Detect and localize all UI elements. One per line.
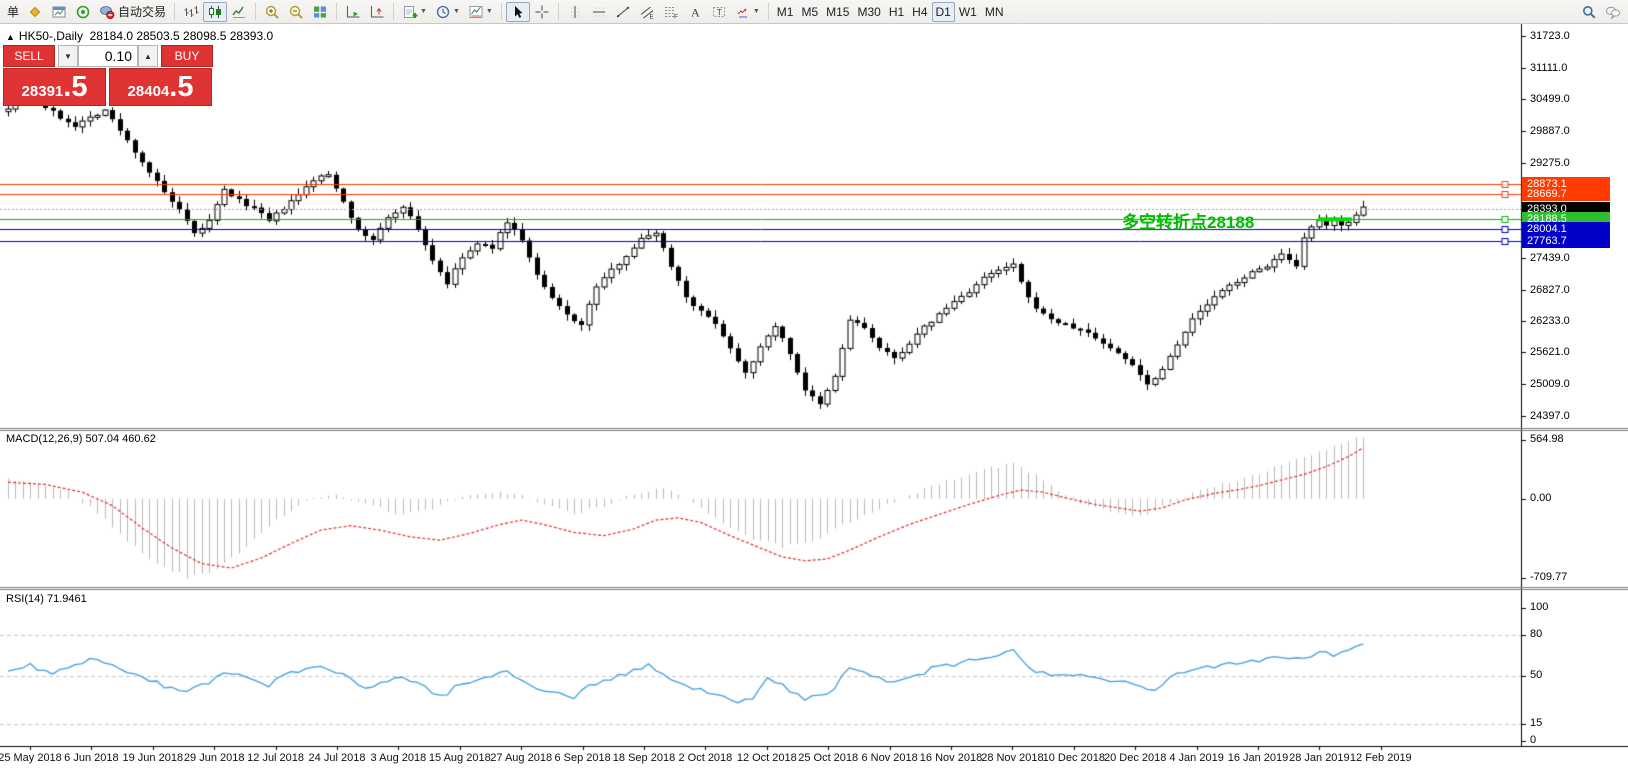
sell-price-main: 28391 <box>21 83 64 100</box>
cursor-button[interactable] <box>505 1 530 22</box>
toolbar-separator <box>174 3 176 20</box>
timeframe-m5[interactable]: M5 <box>797 2 822 22</box>
timeframe-h1[interactable]: H1 <box>885 2 908 22</box>
new-order-icon[interactable] <box>23 2 47 22</box>
volume-input[interactable] <box>78 45 138 67</box>
buy-button[interactable]: BUY <box>161 45 213 67</box>
macd-indicator-label: MACD(12,26,9) 507.04 460.62 <box>6 433 156 445</box>
line-chart-button[interactable] <box>227 2 251 22</box>
auto-scroll-button[interactable] <box>341 2 365 22</box>
chart-plot-area[interactable] <box>0 0 1628 774</box>
one-click-trading-panel: SELL ▼ ▲ BUY 28391 .5 28404 .5 <box>3 45 213 106</box>
tile-windows-button[interactable] <box>308 2 332 22</box>
chart-title: ▲ HK50-,Daily 28184.0 28503.5 28098.5 283… <box>6 29 273 43</box>
text-button[interactable]: A <box>683 2 707 22</box>
timeframe-m15[interactable]: M15 <box>822 2 853 22</box>
crosshair-button[interactable] <box>530 2 554 22</box>
timeframe-h4[interactable]: H4 <box>908 2 931 22</box>
toolbar-separator <box>255 3 257 20</box>
toolbar-separator <box>393 3 395 20</box>
candlestick-button[interactable] <box>203 1 228 22</box>
sell-button[interactable]: SELL <box>3 45 55 67</box>
new-chart-icon[interactable] <box>47 2 71 22</box>
search-icon[interactable] <box>1577 2 1601 22</box>
indicators-button[interactable]: ▼ <box>398 2 431 22</box>
chart-shift-button[interactable] <box>365 2 389 22</box>
signal-icon[interactable] <box>71 2 95 22</box>
volume-decrease-button[interactable]: ▼ <box>58 45 78 67</box>
volume-increase-button[interactable]: ▲ <box>138 45 158 67</box>
periods-button[interactable]: ▼ <box>431 2 464 22</box>
timeframe-mn[interactable]: MN <box>981 2 1008 22</box>
rsi-indicator-label: RSI(14) 71.9461 <box>6 593 87 605</box>
svg-text:T: T <box>717 6 722 16</box>
chart-symbol-period: HK50-,Daily <box>18 29 83 43</box>
autotrading-button[interactable]: 自动交易 <box>95 2 170 22</box>
trendline-button[interactable] <box>611 2 635 22</box>
zoom-in-button[interactable] <box>260 2 284 22</box>
buy-price-main: 28404 <box>127 83 170 100</box>
text-label-button[interactable]: T <box>707 2 731 22</box>
fibonacci-button[interactable]: F <box>659 2 683 22</box>
toolbar-separator <box>767 3 769 20</box>
chat-icon[interactable] <box>1601 2 1625 22</box>
templates-button[interactable]: ▼ <box>464 2 497 22</box>
shapes-button[interactable]: ▼ <box>731 2 764 22</box>
timeframe-m1[interactable]: M1 <box>773 2 798 22</box>
sell-price-display[interactable]: 28391 .5 <box>3 68 106 106</box>
buy-price-display[interactable]: 28404 .5 <box>109 68 212 106</box>
timeframe-m30[interactable]: M30 <box>853 2 884 22</box>
bar-chart-button[interactable] <box>179 2 203 22</box>
vertical-line-button[interactable] <box>563 2 587 22</box>
horizontal-line-button[interactable] <box>587 2 611 22</box>
main-toolbar: 单自动交易 ▼ ▼ ▼ E F A T ▼ M1 M5 M15 M30 H1 H4 D1 W1 MN <box>0 0 1628 24</box>
toolbar-separator <box>500 3 502 20</box>
svg-text:A: A <box>691 5 700 19</box>
zoom-out-button[interactable] <box>284 2 308 22</box>
svg-text:F: F <box>674 13 678 20</box>
timeframe-d1[interactable]: D1 <box>931 1 955 22</box>
new-order-partial-label[interactable]: 单 <box>3 2 23 22</box>
equidistant-channel-button[interactable]: E <box>635 2 659 22</box>
toolbar-separator <box>336 3 338 20</box>
trend-annotation-text: 多空转折点28188 <box>1122 213 1255 232</box>
chart-collapse-icon[interactable]: ▲ <box>6 32 15 42</box>
toolbar-separator <box>557 3 559 20</box>
svg-text:E: E <box>649 14 653 20</box>
chart-ohlc-values: 28184.0 28503.5 28098.5 28393.0 <box>89 29 274 43</box>
timeframe-w1[interactable]: W1 <box>955 2 981 22</box>
buy-price-pips: .5 <box>169 71 194 103</box>
sell-price-pips: .5 <box>63 71 88 103</box>
